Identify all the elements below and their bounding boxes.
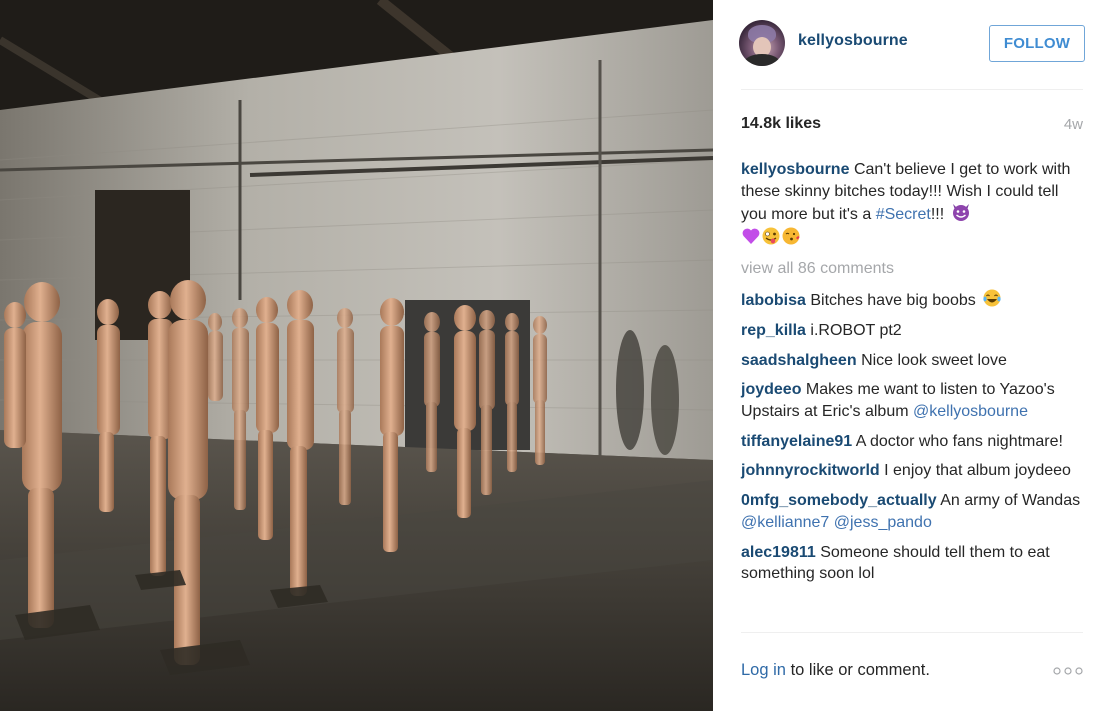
comment-text: Nice look sweet love: [861, 351, 1007, 369]
comment: johnnyrockitworld I enjoy that album joy…: [741, 460, 1087, 482]
caption-text-2: !!!: [930, 206, 945, 223]
view-all-comments-link[interactable]: view all 86 comments: [741, 258, 1087, 280]
login-link[interactable]: Log in: [741, 661, 786, 679]
footer-divider: [741, 632, 1083, 633]
post-header: kellyosbourne FOLLOW: [739, 17, 1085, 69]
comment-username[interactable]: 0mfg_somebody_actually: [741, 492, 937, 509]
comments-list: kellyosbourne Can't believe I get to wor…: [741, 159, 1087, 593]
comment-mention[interactable]: @kellyosbourne: [913, 403, 1028, 420]
mannequins-warehouse-image: [0, 0, 713, 711]
comment: alec19811 Someone should tell them to ea…: [741, 542, 1087, 585]
comment: rep_killa i.ROBOT pt2: [741, 320, 1087, 342]
comment-username[interactable]: joydeeo: [741, 381, 801, 398]
comment-text: A doctor who fans nightmare!: [855, 432, 1063, 450]
comment-username[interactable]: labobisa: [741, 292, 806, 309]
post-side-panel: kellyosbourne FOLLOW 14.8k likes 4w kell…: [713, 0, 1109, 711]
comment-text: An army of Wandas: [940, 492, 1081, 510]
comment-username[interactable]: johnnyrockitworld: [741, 462, 880, 479]
username-link[interactable]: kellyosbourne: [798, 32, 908, 50]
comment: 0mfg_somebody_actually An army of Wandas…: [741, 490, 1087, 533]
caption-username[interactable]: kellyosbourne: [741, 161, 849, 178]
comment-mention[interactable]: @jess_pando: [834, 514, 932, 531]
likes-count[interactable]: 14.8k likes: [741, 115, 821, 133]
comment: joydeeo Makes me want to listen to Yazoo…: [741, 379, 1087, 422]
zany-face-emoji-icon: [762, 227, 780, 244]
login-prompt: Log in to like or comment.: [741, 661, 1083, 685]
likes-row: 14.8k likes 4w: [741, 114, 1083, 136]
laughing-tears-emoji-icon: [983, 289, 1001, 307]
login-prompt-text: to like or comment.: [790, 661, 930, 679]
post-time[interactable]: 4w: [1064, 116, 1083, 133]
comment: labobisa Bitches have big boobs: [741, 288, 1087, 312]
comment: saadshalgheen Nice look sweet love: [741, 350, 1087, 372]
caption-hashtag[interactable]: #Secret: [876, 206, 931, 223]
kissing-face-emoji-icon: [782, 227, 800, 244]
comment-text: i.ROBOT pt2: [810, 321, 902, 339]
post-photo[interactable]: [0, 0, 713, 711]
follow-button[interactable]: FOLLOW: [989, 25, 1085, 62]
comment: tiffanyelaine91 A doctor who fans nightm…: [741, 431, 1087, 453]
purple-heart-emoji-icon: [742, 228, 760, 244]
more-options-icon[interactable]: [1053, 664, 1083, 678]
avatar[interactable]: [739, 20, 785, 66]
comment-mention[interactable]: @kellianne7: [741, 514, 829, 531]
comment-username[interactable]: alec19811: [741, 544, 816, 561]
comment-text: I enjoy that album joydeeo: [884, 462, 1071, 480]
comment-text: Bitches have big boobs: [810, 292, 976, 309]
avatar-body: [744, 54, 780, 66]
header-divider: [741, 89, 1083, 90]
caption: kellyosbourne Can't believe I get to wor…: [741, 159, 1087, 249]
comment-username[interactable]: rep_killa: [741, 322, 806, 339]
smiling-devil-emoji-icon: [952, 204, 969, 221]
comment-username[interactable]: saadshalgheen: [741, 352, 857, 369]
comment-username[interactable]: tiffanyelaine91: [741, 433, 852, 450]
